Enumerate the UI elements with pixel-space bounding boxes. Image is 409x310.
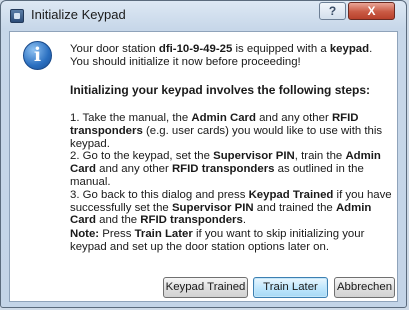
intro-text: Your door station [70, 43, 159, 55]
keypad-trained-button[interactable]: Keypad Trained [163, 277, 248, 298]
station-id: dfi-10-9-49-25 [158, 43, 233, 55]
intro-text: . [369, 43, 373, 55]
dialog-window: Initialize Keypad ? X i Your door statio… [0, 0, 407, 308]
step-3: 3. Go back to this dialog and press Keyp… [70, 188, 392, 227]
note-message: Note: Press Train Later if you want to s… [70, 228, 365, 253]
steps-list: 1. Take the manual, the Admin Card and a… [70, 112, 392, 227]
info-icon: i [23, 41, 52, 70]
steps-heading: Initializing your keypad involves the fo… [70, 83, 371, 97]
step-1: 1. Take the manual, the Admin Card and a… [70, 112, 383, 150]
intro-message: Your door station dfi-10-9-49-25 is equi… [70, 43, 392, 69]
title-bar[interactable]: Initialize Keypad ? X [1, 1, 406, 31]
intro-text: is equipped with a [232, 43, 330, 55]
app-icon [10, 9, 24, 23]
intro-line2: You should initialize it now before proc… [70, 55, 301, 68]
close-button[interactable]: X [348, 2, 395, 20]
step-2: 2. Go to the keypad, set the Supervisor … [70, 150, 381, 188]
dialog-body: i Your door station dfi-10-9-49-25 is eq… [9, 31, 398, 302]
window-title: Initialize Keypad [31, 7, 126, 22]
keypad-word: keypad [329, 43, 370, 55]
train-later-button[interactable]: Train Later [253, 277, 328, 298]
help-button[interactable]: ? [319, 2, 346, 20]
cancel-button[interactable]: Abbrechen [334, 277, 395, 298]
